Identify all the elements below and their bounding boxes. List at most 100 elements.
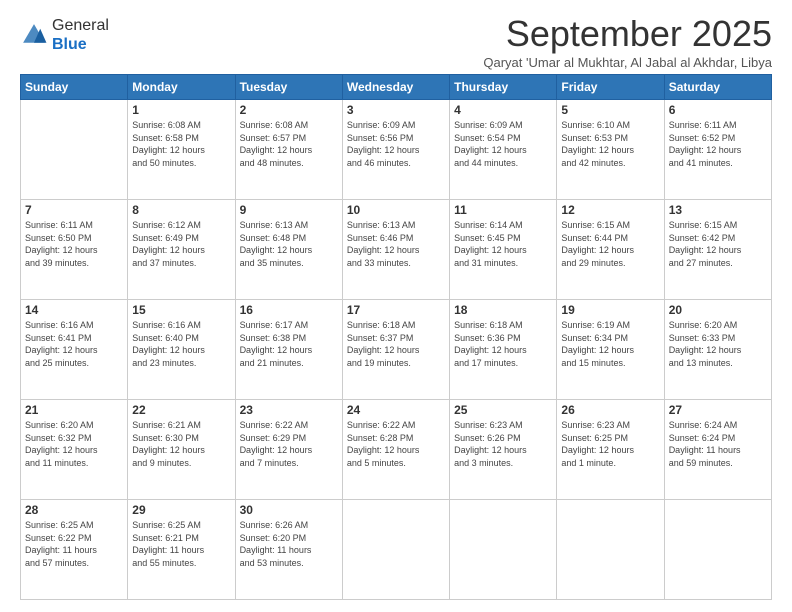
day-info: Sunrise: 6:08 AM Sunset: 6:57 PM Dayligh… — [240, 119, 338, 169]
header-saturday: Saturday — [664, 75, 771, 100]
day-number: 12 — [561, 203, 659, 217]
header-wednesday: Wednesday — [342, 75, 449, 100]
table-row: 22 Sunrise: 6:21 AM Sunset: 6:30 PM Dayli… — [128, 400, 235, 500]
day-number: 3 — [347, 103, 445, 117]
table-row — [450, 500, 557, 600]
day-number: 2 — [240, 103, 338, 117]
table-row: 7Sunrise: 6:11 AM Sunset: 6:50 PM Daylig… — [21, 200, 128, 300]
day-number: 22 — [132, 403, 230, 417]
day-number: 10 — [347, 203, 445, 217]
header-thursday: Thursday — [450, 75, 557, 100]
day-number: 8 — [132, 203, 230, 217]
day-number: 26 — [561, 403, 659, 417]
day-number: 24 — [347, 403, 445, 417]
table-row: 23 Sunrise: 6:22 AM Sunset: 6:29 PM Dayli… — [235, 400, 342, 500]
day-info: Sunrise: 6:22 AM Sunset: 6:28 PM Dayligh… — [347, 419, 445, 469]
day-info: Sunrise: 6:19 AM Sunset: 6:34 PM Dayligh… — [561, 319, 659, 369]
day-info: Sunrise: 6:16 AM Sunset: 6:41 PM Dayligh… — [25, 319, 123, 369]
header-friday: Friday — [557, 75, 664, 100]
day-info: Sunrise: 6:09 AM Sunset: 6:56 PM Dayligh… — [347, 119, 445, 169]
day-info: Sunrise: 6:23 AM Sunset: 6:25 PM Dayligh… — [561, 419, 659, 469]
day-info: Sunrise: 6:20 AM Sunset: 6:33 PM Dayligh… — [669, 319, 767, 369]
day-number: 20 — [669, 303, 767, 317]
day-info: Sunrise: 6:15 AM Sunset: 6:42 PM Dayligh… — [669, 219, 767, 269]
table-row: 2 Sunrise: 6:08 AM Sunset: 6:57 PM Daylig… — [235, 100, 342, 200]
day-info: Sunrise: 6:10 AM Sunset: 6:53 PM Dayligh… — [561, 119, 659, 169]
day-number: 16 — [240, 303, 338, 317]
calendar-table: Sunday Monday Tuesday Wednesday Thursday… — [20, 74, 772, 600]
table-row: 25Sunrise: 6:23 AM Sunset: 6:26 PM Dayli… — [450, 400, 557, 500]
location: Qaryat 'Umar al Mukhtar, Al Jabal al Akh… — [483, 55, 772, 70]
day-number: 9 — [240, 203, 338, 217]
day-info: Sunrise: 6:21 AM Sunset: 6:30 PM Dayligh… — [132, 419, 230, 469]
day-info: Sunrise: 6:12 AM Sunset: 6:49 PM Dayligh… — [132, 219, 230, 269]
table-row: 27 Sunrise: 6:24 AM Sunset: 6:24 PM Dayli… — [664, 400, 771, 500]
day-info: Sunrise: 6:26 AM Sunset: 6:20 PM Dayligh… — [240, 519, 338, 569]
table-row: 17 Sunrise: 6:18 AM Sunset: 6:37 PM Dayli… — [342, 300, 449, 400]
table-row: 13 Sunrise: 6:15 AM Sunset: 6:42 PM Dayli… — [664, 200, 771, 300]
table-row: 10 Sunrise: 6:13 AM Sunset: 6:46 PM Dayli… — [342, 200, 449, 300]
day-info: Sunrise: 6:09 AM Sunset: 6:54 PM Dayligh… — [454, 119, 552, 169]
day-number: 13 — [669, 203, 767, 217]
table-row: 5 Sunrise: 6:10 AM Sunset: 6:53 PM Daylig… — [557, 100, 664, 200]
day-info: Sunrise: 6:25 AM Sunset: 6:21 PM Dayligh… — [132, 519, 230, 569]
title-section: September 2025 Qaryat 'Umar al Mukhtar, … — [483, 16, 772, 70]
table-row: 19 Sunrise: 6:19 AM Sunset: 6:34 PM Dayli… — [557, 300, 664, 400]
table-row: 20 Sunrise: 6:20 AM Sunset: 6:33 PM Dayli… — [664, 300, 771, 400]
table-row: 29 Sunrise: 6:25 AM Sunset: 6:21 PM Dayli… — [128, 500, 235, 600]
header-tuesday: Tuesday — [235, 75, 342, 100]
day-info: Sunrise: 6:11 AM Sunset: 6:52 PM Dayligh… — [669, 119, 767, 169]
table-row: 14Sunrise: 6:16 AM Sunset: 6:41 PM Dayli… — [21, 300, 128, 400]
day-number: 11 — [454, 203, 552, 217]
day-info: Sunrise: 6:13 AM Sunset: 6:46 PM Dayligh… — [347, 219, 445, 269]
header-monday: Monday — [128, 75, 235, 100]
table-row: 8 Sunrise: 6:12 AM Sunset: 6:49 PM Daylig… — [128, 200, 235, 300]
day-info: Sunrise: 6:18 AM Sunset: 6:36 PM Dayligh… — [454, 319, 552, 369]
day-info: Sunrise: 6:13 AM Sunset: 6:48 PM Dayligh… — [240, 219, 338, 269]
day-info: Sunrise: 6:22 AM Sunset: 6:29 PM Dayligh… — [240, 419, 338, 469]
table-row: 30 Sunrise: 6:26 AM Sunset: 6:20 PM Dayli… — [235, 500, 342, 600]
table-row — [342, 500, 449, 600]
day-info: Sunrise: 6:18 AM Sunset: 6:37 PM Dayligh… — [347, 319, 445, 369]
table-row: 3 Sunrise: 6:09 AM Sunset: 6:56 PM Daylig… — [342, 100, 449, 200]
table-row: 28 Sunrise: 6:25 AM Sunset: 6:22 PM Dayli… — [21, 500, 128, 600]
day-info: Sunrise: 6:24 AM Sunset: 6:24 PM Dayligh… — [669, 419, 767, 469]
table-row: 12 Sunrise: 6:15 AM Sunset: 6:44 PM Dayli… — [557, 200, 664, 300]
table-row — [21, 100, 128, 200]
logo-text: General Blue — [52, 16, 109, 54]
table-row: 26 Sunrise: 6:23 AM Sunset: 6:25 PM Dayli… — [557, 400, 664, 500]
table-row — [664, 500, 771, 600]
day-number: 23 — [240, 403, 338, 417]
day-info: Sunrise: 6:17 AM Sunset: 6:38 PM Dayligh… — [240, 319, 338, 369]
day-number: 29 — [132, 503, 230, 517]
day-number: 5 — [561, 103, 659, 117]
header-sunday: Sunday — [21, 75, 128, 100]
table-row: 4 Sunrise: 6:09 AM Sunset: 6:54 PM Daylig… — [450, 100, 557, 200]
day-number: 21 — [25, 403, 123, 417]
day-info: Sunrise: 6:23 AM Sunset: 6:26 PM Dayligh… — [454, 419, 552, 469]
day-number: 7 — [25, 203, 123, 217]
table-row: 18Sunrise: 6:18 AM Sunset: 6:36 PM Dayli… — [450, 300, 557, 400]
day-number: 4 — [454, 103, 552, 117]
day-number: 6 — [669, 103, 767, 117]
logo-blue: Blue — [52, 36, 87, 53]
day-info: Sunrise: 6:08 AM Sunset: 6:58 PM Dayligh… — [132, 119, 230, 169]
day-number: 19 — [561, 303, 659, 317]
table-row — [557, 500, 664, 600]
day-info: Sunrise: 6:25 AM Sunset: 6:22 PM Dayligh… — [25, 519, 123, 569]
day-number: 28 — [25, 503, 123, 517]
day-info: Sunrise: 6:14 AM Sunset: 6:45 PM Dayligh… — [454, 219, 552, 269]
logo: General Blue — [20, 16, 109, 54]
day-info: Sunrise: 6:16 AM Sunset: 6:40 PM Dayligh… — [132, 319, 230, 369]
logo-general: General — [52, 17, 109, 34]
day-number: 30 — [240, 503, 338, 517]
day-info: Sunrise: 6:20 AM Sunset: 6:32 PM Dayligh… — [25, 419, 123, 469]
day-number: 1 — [132, 103, 230, 117]
calendar-header-row: Sunday Monday Tuesday Wednesday Thursday… — [21, 75, 772, 100]
day-number: 15 — [132, 303, 230, 317]
month-title: September 2025 — [483, 16, 772, 52]
day-info: Sunrise: 6:15 AM Sunset: 6:44 PM Dayligh… — [561, 219, 659, 269]
day-number: 27 — [669, 403, 767, 417]
day-number: 17 — [347, 303, 445, 317]
table-row: 6 Sunrise: 6:11 AM Sunset: 6:52 PM Daylig… — [664, 100, 771, 200]
